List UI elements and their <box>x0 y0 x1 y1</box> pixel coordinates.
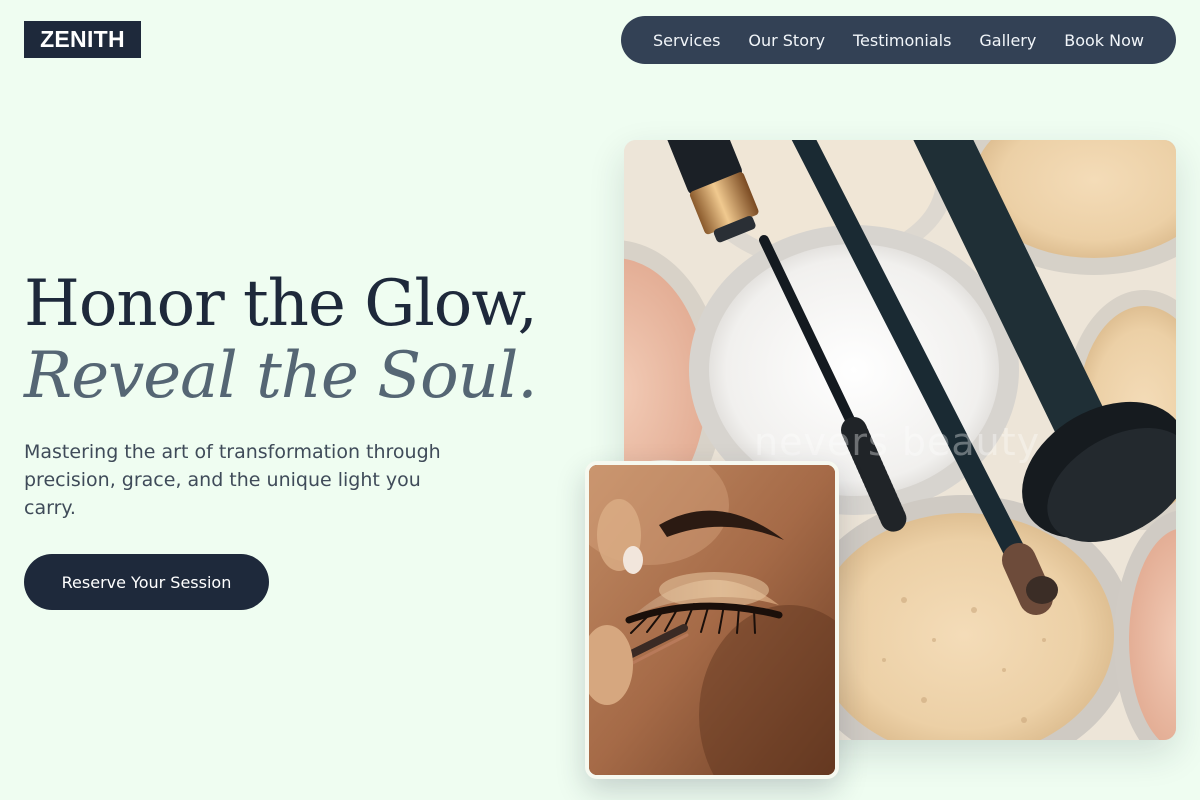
nav-link-testimonials[interactable]: Testimonials <box>853 31 952 50</box>
reserve-session-button[interactable]: Reserve Your Session <box>24 554 269 610</box>
main-nav: Services Our Story Testimonials Gallery … <box>621 16 1176 64</box>
headline-line-1: Honor the Glow, <box>24 267 538 341</box>
nav-link-book-now[interactable]: Book Now <box>1064 31 1144 50</box>
brand-logo[interactable]: ZENITH <box>24 21 141 58</box>
headline-line-2: Reveal the Soul. <box>24 339 538 413</box>
hero-headline: Honor the Glow, Reveal the Soul. <box>24 267 538 413</box>
nav-link-our-story[interactable]: Our Story <box>748 31 825 50</box>
hero-subcopy: Mastering the art of transformation thro… <box>24 441 441 519</box>
nav-link-gallery[interactable]: Gallery <box>979 31 1036 50</box>
eyelash-illustration <box>589 465 835 775</box>
inset-eye-photo <box>585 461 839 779</box>
nav-link-services[interactable]: Services <box>653 31 720 50</box>
